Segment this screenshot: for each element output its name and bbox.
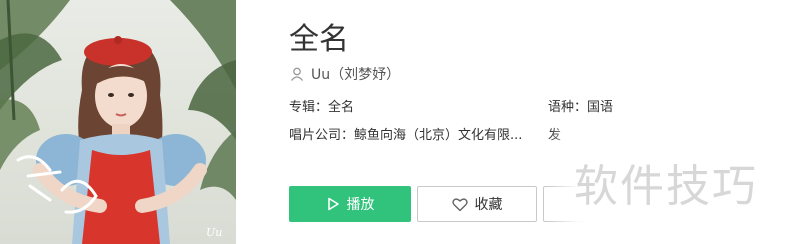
language-info: 语种：国语 (548, 96, 613, 115)
artist-row[interactable]: Uu（刘梦妤） (290, 64, 400, 84)
song-title: 全名 (289, 22, 349, 57)
cover-artist-text: Uu (206, 226, 223, 239)
language-label: 语种： (548, 100, 588, 115)
album-cover[interactable]: Uu (0, 0, 236, 244)
album-info: 专辑：全名 (289, 96, 354, 115)
artist-name[interactable]: Uu（刘梦妤） (311, 64, 400, 84)
favorite-button[interactable]: 收藏 (417, 186, 537, 222)
user-icon (290, 67, 304, 81)
heart-icon (451, 197, 468, 211)
play-button-label: 播放 (346, 197, 375, 213)
play-button[interactable]: 播放 (289, 186, 411, 222)
company-info: 唱片公司：鲸鱼向海（北京）文化有限... (289, 124, 522, 143)
company-value: 鲸鱼向海（北京）文化有限... (354, 128, 523, 143)
play-icon (327, 197, 339, 211)
album-value[interactable]: 全名 (328, 100, 354, 115)
watermark-text: 软件技巧 (574, 161, 758, 212)
album-label: 专辑： (289, 100, 329, 115)
album-cover-art (0, 0, 236, 244)
language-value: 国语 (587, 100, 614, 115)
company-label: 唱片公司： (289, 128, 355, 143)
favorite-button-label: 收藏 (474, 197, 503, 213)
